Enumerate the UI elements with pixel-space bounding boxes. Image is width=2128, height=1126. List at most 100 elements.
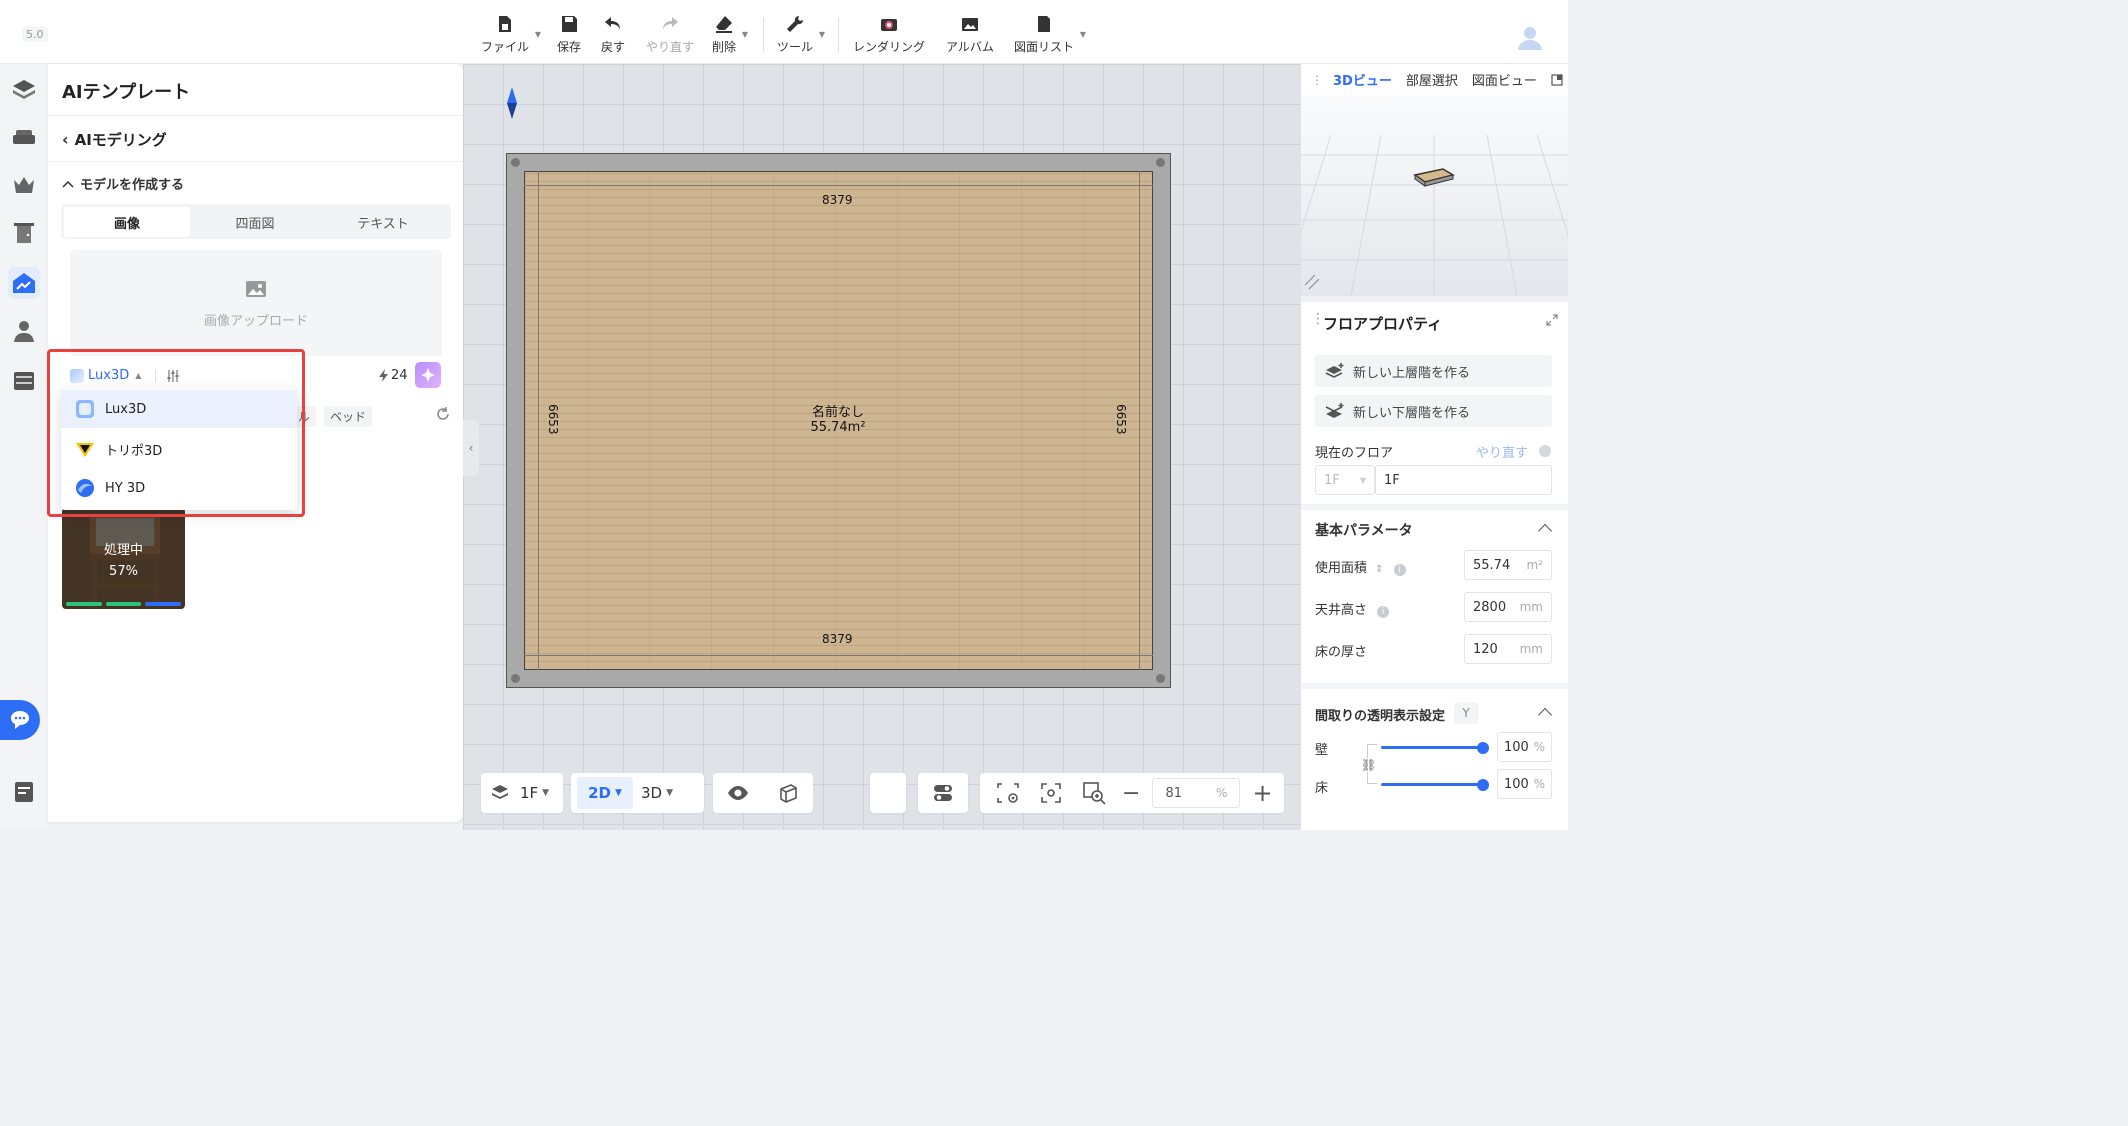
- panel-list-icon: [15, 782, 33, 802]
- chevron-down-icon: ▼: [818, 30, 826, 39]
- link-icon[interactable]: ⛓: [1361, 758, 1377, 772]
- zoom-out-button[interactable]: −: [1122, 781, 1140, 806]
- slider-knob[interactable]: [1477, 779, 1489, 791]
- tab-image[interactable]: 画像: [64, 207, 190, 237]
- 3d-preview-viewport[interactable]: [1301, 95, 1568, 296]
- wall-opacity-input[interactable]: 100 %: [1497, 732, 1552, 762]
- tab-drawing-view[interactable]: 図面ビュー: [1472, 70, 1537, 89]
- floor-select-dropdown[interactable]: 1F ▼: [1315, 465, 1375, 495]
- rail-floorplan-button[interactable]: [8, 73, 40, 105]
- rendering-label: レンダリング: [853, 40, 926, 54]
- floor-thickness-input[interactable]: 120 mm: [1464, 634, 1552, 664]
- file-menu-button[interactable]: ファイル ▼: [481, 14, 541, 55]
- toggle-settings-button[interactable]: [918, 773, 968, 813]
- floor-properties-panel: ⋮ フロアプロパティ 新しい上層階を作る 新しい下層階を作る 現在のフロア やり…: [1301, 302, 1568, 830]
- floor-opacity-input[interactable]: 100 %: [1497, 769, 1552, 799]
- cube-icon[interactable]: [777, 782, 799, 804]
- ceiling-unit: mm: [1519, 600, 1543, 614]
- wall-corner-handle[interactable]: [511, 674, 520, 683]
- ceiling-height-input[interactable]: 2800 mm: [1464, 592, 1552, 622]
- rendering-button[interactable]: レンダリング: [853, 14, 925, 55]
- blank-tool-button[interactable]: [870, 773, 906, 813]
- wall-slider[interactable]: [1381, 738, 1489, 758]
- chat-support-button[interactable]: [0, 700, 40, 740]
- back-ai-modeling-button[interactable]: ‹ AIモデリング: [62, 129, 167, 150]
- expand-icon[interactable]: [1546, 314, 1558, 326]
- tripo-logo-icon: [76, 443, 94, 457]
- drawing-list-button[interactable]: 図面リスト ▼: [1014, 14, 1086, 55]
- drag-handle-icon[interactable]: ⋮: [1311, 73, 1323, 87]
- basic-params-heading: 基本パラメータ: [1315, 523, 1413, 539]
- rail-person-button[interactable]: [8, 315, 40, 347]
- window-icon[interactable]: [1551, 73, 1563, 86]
- model-option-tripo3d[interactable]: トリポ3D: [61, 430, 297, 468]
- eye-icon[interactable]: [727, 782, 749, 804]
- slider-knob[interactable]: [1477, 742, 1489, 754]
- tools-menu-button[interactable]: ツール ▼: [777, 14, 825, 55]
- create-model-section-toggle[interactable]: モデルを作成する: [62, 174, 184, 193]
- tab-3d-view[interactable]: 3Dビュー: [1333, 70, 1392, 89]
- add-upper-floor-button[interactable]: 新しい上層階を作る: [1315, 355, 1552, 387]
- tab-room-select[interactable]: 部屋選択: [1406, 70, 1458, 89]
- tag-chip[interactable]: ベッド: [324, 406, 373, 427]
- redo-floor-link[interactable]: やり直す: [1476, 442, 1528, 461]
- redo-button[interactable]: やり直す: [646, 14, 694, 55]
- floor-selector[interactable]: 1F ▼: [481, 773, 563, 813]
- album-button[interactable]: アルバム: [946, 14, 994, 55]
- rail-ai-template-button[interactable]: [8, 267, 40, 299]
- rail-door-button[interactable]: [8, 217, 40, 249]
- credits-value: 24: [391, 368, 408, 383]
- model-option-lux3d[interactable]: Lux3D: [61, 390, 297, 428]
- generate-button[interactable]: [415, 362, 441, 388]
- rail-furniture-button[interactable]: [8, 121, 40, 153]
- rail-cabinet-button[interactable]: [8, 365, 40, 397]
- credits-counter: 24: [378, 368, 408, 383]
- refresh-icon[interactable]: [436, 407, 450, 421]
- chevron-up-icon[interactable]: [1537, 523, 1553, 539]
- lightning-icon: [379, 369, 388, 382]
- rail-settings-button[interactable]: [8, 776, 40, 808]
- save-button[interactable]: 保存: [557, 14, 581, 55]
- dimension-line-bottom: [524, 655, 1153, 656]
- zoom-in-button[interactable]: +: [1252, 779, 1272, 807]
- area-input[interactable]: 55.74 m²: [1464, 550, 1552, 580]
- back-label: AIモデリング: [74, 131, 167, 149]
- view-2d-button[interactable]: 2D ▼: [577, 777, 633, 809]
- settings-sliders-icon[interactable]: [166, 369, 180, 383]
- chevron-up-icon: [62, 180, 74, 188]
- ceiling-height-label: 天井高さ i: [1315, 599, 1390, 618]
- clock-icon: [1539, 445, 1551, 457]
- divider: [155, 369, 157, 382]
- view-settings-icon[interactable]: [996, 782, 1020, 804]
- image-upload-area[interactable]: 画像アップロード: [70, 250, 442, 356]
- tab-text[interactable]: テキスト: [320, 207, 446, 237]
- chevron-up-icon[interactable]: [1537, 707, 1553, 723]
- undo-button[interactable]: 戻す: [601, 14, 625, 55]
- zoom-input[interactable]: 81 %: [1152, 778, 1241, 808]
- wall-corner-handle[interactable]: [1156, 158, 1165, 167]
- model-option-label: HY 3D: [105, 480, 146, 496]
- section-label: モデルを作成する: [80, 178, 185, 193]
- wall-corner-handle[interactable]: [1156, 674, 1165, 683]
- add-lower-floor-button[interactable]: 新しい下層階を作る: [1315, 395, 1552, 427]
- mini-view-tabs: ⋮ 3Dビュー 部屋選択 図面ビュー: [1301, 64, 1568, 95]
- room-label[interactable]: 名前なし 55.74m²: [806, 405, 870, 435]
- collapse-panel-button[interactable]: ‹: [463, 420, 479, 476]
- floor-slider[interactable]: [1381, 775, 1489, 795]
- delete-label: 削除: [712, 40, 737, 54]
- area-value: 55.74: [1473, 557, 1511, 573]
- model-option-label: Lux3D: [105, 401, 147, 417]
- view-3d-button[interactable]: 3D ▼: [641, 784, 673, 802]
- user-avatar-icon[interactable]: [1515, 22, 1545, 52]
- rail-decoration-button[interactable]: [8, 169, 40, 201]
- save-label: 保存: [557, 40, 582, 54]
- model-option-hy3d[interactable]: HY 3D: [61, 469, 297, 507]
- wall-corner-handle[interactable]: [511, 158, 520, 167]
- floor-name-input[interactable]: 1F: [1375, 465, 1552, 495]
- zoom-region-icon[interactable]: [1082, 781, 1106, 805]
- delete-button[interactable]: 削除 ▼: [712, 14, 748, 55]
- processing-task-thumbnail[interactable]: 処理中 57%: [62, 508, 185, 609]
- fit-view-icon[interactable]: [1040, 782, 1062, 804]
- tab-four-view[interactable]: 四面図: [192, 207, 318, 237]
- model-selector[interactable]: Lux3D ▲: [70, 368, 157, 383]
